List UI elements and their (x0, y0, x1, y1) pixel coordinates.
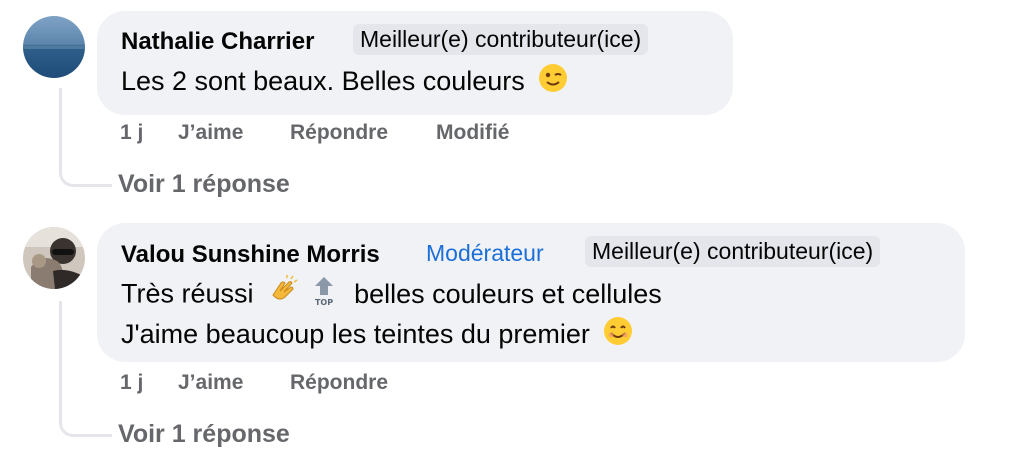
comment-text: Les 2 sont beaux. Belles couleurs (121, 63, 568, 102)
top-emoji-label: TOP (315, 298, 333, 307)
view-replies-link[interactable]: Voir 1 réponse (118, 170, 290, 199)
clapping-hands-emoji (267, 275, 299, 316)
comment-bubble: Nathalie Charrier Meilleur(e) contribute… (97, 11, 733, 115)
comment-text-line-2: J'aime beaucoup les teintes du premier (121, 316, 662, 355)
like-button[interactable]: J’aime (178, 371, 243, 395)
avatar-nathalie-charrier[interactable] (23, 16, 85, 78)
like-button[interactable]: J’aime (178, 121, 243, 145)
author-name[interactable]: Valou Sunshine Morris (121, 241, 380, 269)
contributor-badge[interactable]: Meilleur(e) contributeur(ice) (353, 24, 649, 55)
view-replies-link[interactable]: Voir 1 réponse (118, 420, 290, 449)
reply-button[interactable]: Répondre (290, 121, 388, 145)
smiling-face-emoji (603, 316, 633, 355)
top-arrow-emoji: TOP (311, 275, 337, 316)
edited-label[interactable]: Modifié (436, 121, 510, 145)
comment-1: Nathalie Charrier Meilleur(e) contribute… (0, 0, 1020, 210)
comment-bubble: Valou Sunshine Morris Modérateur Meilleu… (97, 223, 965, 362)
comment-text-line-1: Très réussi TOP belles couleurs et cellu… (121, 275, 662, 316)
comment-text: Très réussi TOP belles couleurs et cellu… (121, 275, 662, 355)
comment-2: Valou Sunshine Morris Modérateur Meilleu… (0, 210, 1020, 460)
contributor-badge[interactable]: Meilleur(e) contributeur(ice) (585, 236, 881, 267)
comment-text-segment: J'aime beaucoup les teintes du premier (121, 319, 590, 349)
comment-text-segment: belles couleurs et cellules (354, 278, 662, 309)
winking-face-emoji (538, 63, 568, 102)
author-name[interactable]: Nathalie Charrier (121, 28, 314, 56)
moderator-badge[interactable]: Modérateur (426, 240, 544, 267)
comment-text-line: Les 2 sont beaux. Belles couleurs (121, 66, 525, 96)
timestamp[interactable]: 1 j (120, 121, 143, 145)
comment-text-segment: Très réussi (121, 278, 254, 309)
reply-button[interactable]: Répondre (290, 371, 388, 395)
timestamp[interactable]: 1 j (120, 371, 143, 395)
avatar-valou-sunshine-morris[interactable] (23, 227, 85, 289)
